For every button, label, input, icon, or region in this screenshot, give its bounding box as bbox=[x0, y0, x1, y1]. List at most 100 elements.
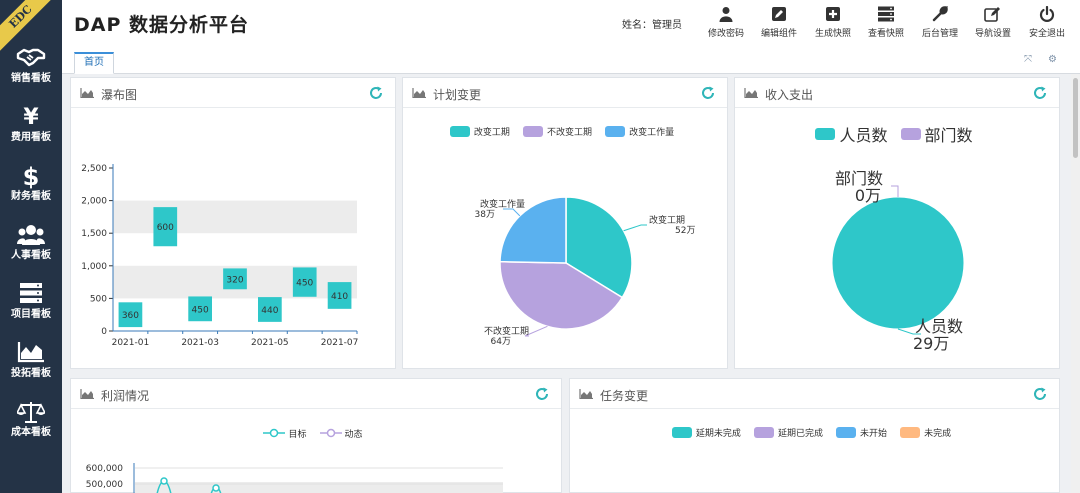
task-legend: 延期未完成 延期已完成 未开始 未完成 bbox=[570, 423, 1061, 442]
sidebar-item-label: 费用看板 bbox=[11, 132, 51, 143]
legend-item[interactable]: 延期已完成 bbox=[753, 426, 823, 439]
tool-label: 修改密码 bbox=[707, 29, 744, 39]
x-tick-label: 2021-07 bbox=[321, 338, 359, 348]
data-label: 410 bbox=[331, 292, 348, 302]
pie-slice[interactable] bbox=[831, 196, 965, 330]
x-tick-label: 2021-03 bbox=[181, 338, 219, 348]
legend-item[interactable]: 改变工期 bbox=[449, 125, 510, 138]
sidebar-item-expense[interactable]: ¥ 费用看板 bbox=[0, 99, 62, 157]
sidebar-item-cost[interactable]: 成本看板 bbox=[0, 394, 62, 452]
power-icon bbox=[1039, 6, 1055, 22]
data-point[interactable] bbox=[212, 484, 220, 492]
admin-button[interactable]: 后台管理 bbox=[915, 6, 965, 39]
refresh-icon[interactable] bbox=[369, 86, 383, 100]
panel-title: 利润情况 bbox=[101, 389, 150, 403]
panel-header: 利润情况 bbox=[71, 379, 561, 409]
legend-item[interactable]: 动态 bbox=[319, 427, 363, 440]
page-scrollbar[interactable] bbox=[1071, 74, 1080, 493]
change-password-button[interactable]: 修改密码 bbox=[701, 6, 751, 39]
y-tick-label: 500 bbox=[90, 294, 107, 304]
area-chart-icon bbox=[579, 389, 593, 399]
waterfall-panel: 瀑布图 0 500 1,000 1,500 2,000 2,500 360 2021-01 60… bbox=[70, 77, 396, 369]
view-snapshot-button[interactable]: 查看快照 bbox=[861, 6, 911, 39]
pencil-square-icon bbox=[984, 7, 1000, 22]
tool-label: 生成快照 bbox=[814, 29, 851, 39]
legend-item[interactable]: 未开始 bbox=[836, 426, 887, 439]
legend-item[interactable]: 延期未完成 bbox=[671, 426, 741, 439]
legend-item[interactable]: 不改变工期 bbox=[522, 125, 592, 138]
panel-header: 计划变更 bbox=[403, 78, 727, 108]
edit-icon bbox=[772, 7, 786, 21]
legend-item[interactable]: 改变工作量 bbox=[605, 125, 674, 138]
panel-title: 任务变更 bbox=[600, 389, 649, 403]
legend-item[interactable]: 未完成 bbox=[900, 426, 951, 439]
sidebar-item-label: 成本看板 bbox=[11, 427, 51, 438]
tool-label: 编辑组件 bbox=[760, 29, 797, 39]
slice-label: 改变工作量 bbox=[480, 198, 525, 210]
slice-value-label: 38万 bbox=[475, 210, 495, 220]
y-tick-label: 2,500 bbox=[81, 164, 107, 174]
legend-item[interactable]: 部门数 bbox=[900, 122, 973, 146]
y-tick-label: 0 bbox=[101, 327, 107, 337]
slice-value-label: 29万 bbox=[913, 334, 949, 353]
x-tick-label: 2021-05 bbox=[251, 338, 289, 348]
y-tick-label: 1,000 bbox=[81, 262, 107, 272]
y-tick-label: 600,000 bbox=[86, 464, 123, 474]
tab-home[interactable]: 首页 bbox=[74, 52, 114, 74]
data-label: 320 bbox=[226, 275, 243, 285]
data-label: 600 bbox=[157, 223, 174, 233]
slice-value-label: 0万 bbox=[855, 186, 881, 205]
slice-label: 改变工期 bbox=[649, 214, 685, 226]
scrollbar-thumb[interactable] bbox=[1073, 78, 1078, 158]
user-icon bbox=[719, 7, 733, 22]
panel-title: 计划变更 bbox=[433, 88, 482, 102]
sidebar-item-hr[interactable]: 人事看板 bbox=[0, 217, 62, 275]
sidebar-item-label: 人事看板 bbox=[11, 250, 51, 261]
area-chart-icon bbox=[80, 88, 94, 98]
slice-label: 不改变工期 bbox=[484, 325, 529, 337]
legend-item[interactable]: 人员数 bbox=[815, 122, 887, 146]
legend-item[interactable]: 目标 bbox=[263, 427, 306, 440]
income-pie-chart: 人员数29万部门数0万 bbox=[831, 169, 965, 353]
panel-title: 瀑布图 bbox=[101, 88, 138, 102]
panel-title: 收入支出 bbox=[765, 88, 814, 102]
logout-button[interactable]: 安全退出 bbox=[1022, 6, 1072, 39]
create-snapshot-button[interactable]: 生成快照 bbox=[808, 6, 858, 39]
nav-settings-button[interactable]: 导航设置 bbox=[968, 6, 1018, 39]
data-point[interactable] bbox=[160, 477, 168, 485]
panel-header: 任务变更 bbox=[570, 379, 1059, 409]
tool-label: 导航设置 bbox=[974, 29, 1011, 39]
income-panel: 收入支出 人员数 部门数 人员数 29万 部门数 0万 bbox=[734, 77, 1060, 369]
users-icon bbox=[0, 223, 62, 249]
sidebar-item-sales[interactable]: 销售看板 bbox=[0, 40, 62, 98]
task-change-panel: 任务变更 延期未完成 延期已完成 未开始 未完成 bbox=[569, 378, 1060, 493]
tool-label: 后台管理 bbox=[921, 29, 958, 39]
sidebar-item-label: 财务看板 bbox=[11, 191, 51, 202]
leader-line bbox=[503, 208, 521, 217]
panel-header: 瀑布图 bbox=[71, 78, 395, 108]
tab-bar: 首页 ⤧ ⚙ bbox=[62, 48, 1080, 74]
tool-label: 安全退出 bbox=[1028, 29, 1065, 39]
gear-icon[interactable]: ⚙ bbox=[1048, 54, 1057, 65]
sidebar-item-finance[interactable]: $ 财务看板 bbox=[0, 158, 62, 216]
refresh-icon[interactable] bbox=[1033, 387, 1047, 401]
income-legend: 人员数 部门数 bbox=[735, 122, 1061, 146]
sidebar: EDC 销售看板 ¥ 费用看板 $ 财务看板 人事看板 项目看板 投拓看板 成本… bbox=[0, 0, 62, 493]
plus-square-icon bbox=[826, 7, 840, 21]
handshake-icon bbox=[0, 46, 62, 72]
panel-header: 收入支出 bbox=[735, 78, 1059, 108]
fullscreen-icon[interactable]: ⤧ bbox=[1024, 54, 1032, 65]
app-title: DAP 数据分析平台 bbox=[74, 14, 250, 36]
balance-scale-icon bbox=[0, 400, 62, 426]
edit-widget-button[interactable]: 编辑组件 bbox=[754, 6, 804, 39]
sidebar-item-investment[interactable]: 投拓看板 bbox=[0, 335, 62, 393]
sidebar-item-project[interactable]: 项目看板 bbox=[0, 276, 62, 334]
refresh-icon[interactable] bbox=[1033, 86, 1047, 100]
plan-change-panel: 计划变更 改变工期 不改变工期 改变工作量 改变工期 52万 不改变工期 64万 改变工… bbox=[402, 77, 728, 369]
refresh-icon[interactable] bbox=[701, 86, 715, 100]
data-label: 450 bbox=[296, 279, 313, 289]
y-tick-label: 500,000 bbox=[86, 480, 123, 490]
refresh-icon[interactable] bbox=[535, 387, 549, 401]
list-icon bbox=[878, 6, 894, 22]
area-chart-icon bbox=[0, 341, 62, 367]
